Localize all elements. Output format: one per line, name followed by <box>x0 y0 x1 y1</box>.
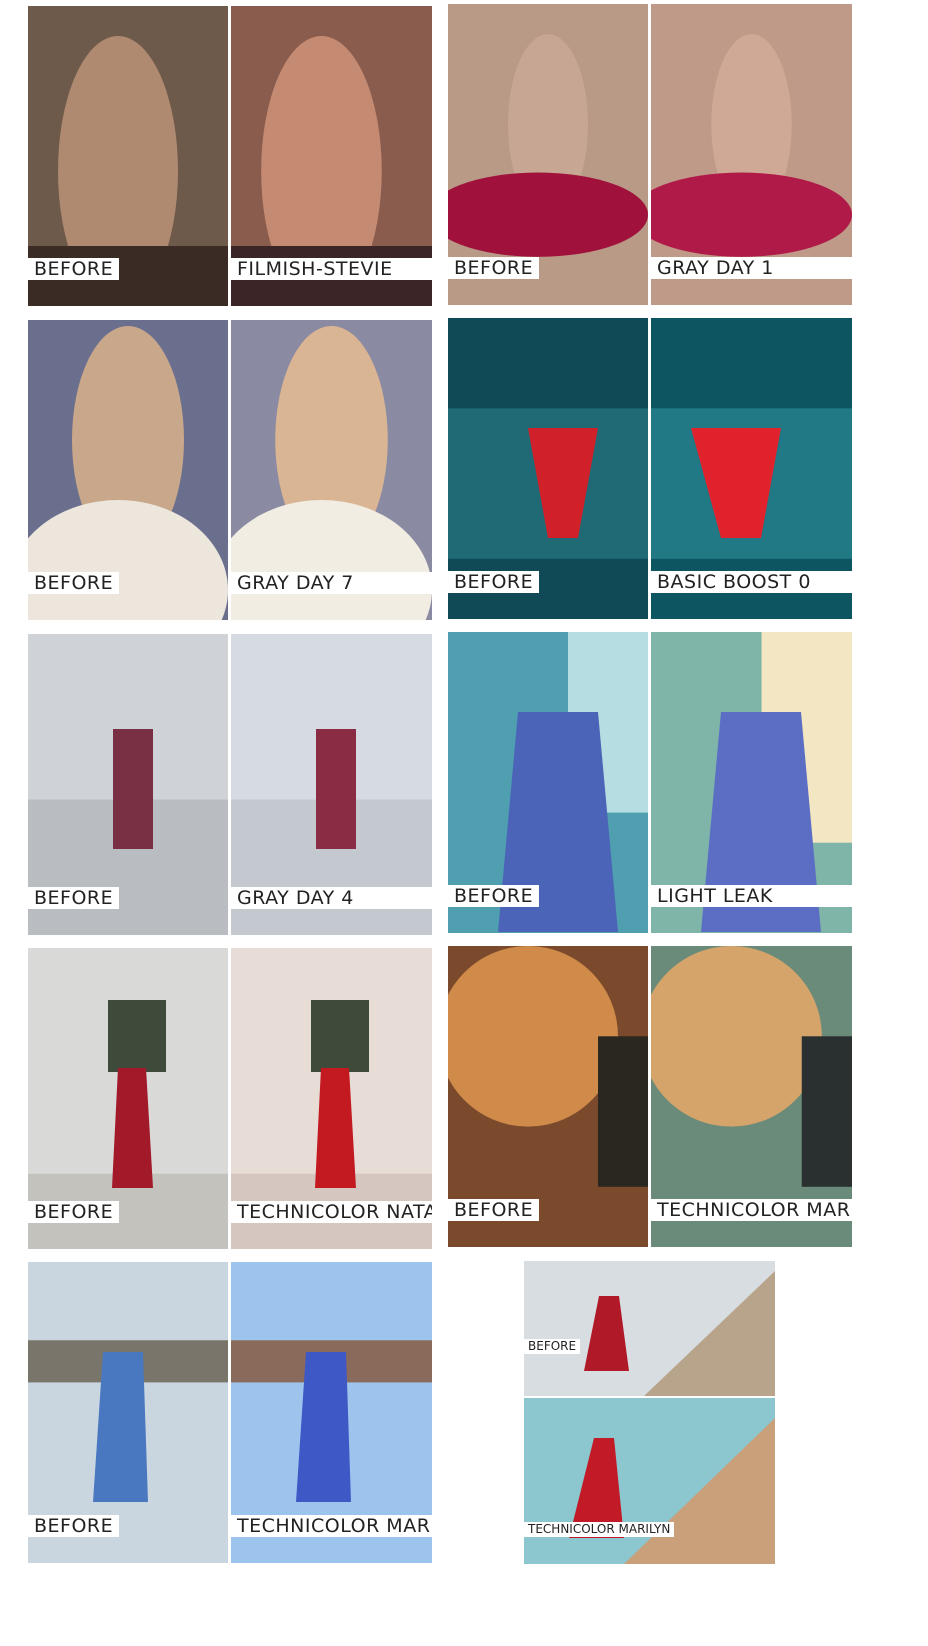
panel-3-before-photo: BEFORE <box>28 320 228 620</box>
panel-2-before-photo: BEFORE <box>448 4 648 305</box>
panel-3-after-photo: GRAY DAY 7 <box>231 320 432 620</box>
panel-7-before-label: BEFORE <box>28 1201 120 1223</box>
stacked-after-image <box>524 1398 775 1564</box>
panel-3-before-label: BEFORE <box>28 572 120 594</box>
stacked-after-label: TECHNICOLOR MARILYN <box>524 1522 675 1537</box>
panel-5-after-label: GRAY DAY 4 <box>231 887 432 909</box>
stacked-before-image <box>524 1261 775 1396</box>
panel-2-before-label: BEFORE <box>448 257 540 279</box>
panel-6-after-label: LIGHT LEAK <box>651 885 852 907</box>
panel-1-before-photo: BEFORE <box>28 6 228 306</box>
panel-2-after-label: GRAY DAY 1 <box>651 257 852 279</box>
panel-6-after-photo: LIGHT LEAK <box>651 632 852 933</box>
panel-9-before-label: BEFORE <box>28 1515 120 1537</box>
panel-1-after-label: FILMISH-STEVIE <box>231 258 432 280</box>
panel-8-after-photo: TECHNICOLOR MARILYN <box>651 946 852 1247</box>
panel-2-after-photo: GRAY DAY 1 <box>651 4 852 305</box>
panel-5-before-label: BEFORE <box>28 887 120 909</box>
panel-7-after-label: TECHNICOLOR NATALIE <box>231 1201 432 1223</box>
stacked-before-photo: BEFORE <box>524 1261 775 1396</box>
panel-1-before-label: BEFORE <box>28 258 120 280</box>
panel-4-after-label: BASIC BOOST 0 <box>651 571 852 593</box>
panel-7-after-photo: TECHNICOLOR NATALIE <box>231 948 432 1249</box>
panel-8-before-label: BEFORE <box>448 1199 540 1221</box>
panel-7-before-photo: BEFORE <box>28 948 228 1249</box>
panel-4-after-photo: BASIC BOOST 0 <box>651 318 852 619</box>
panel-6-before-photo: BEFORE <box>448 632 648 933</box>
panel-1-after-photo: FILMISH-STEVIE <box>231 6 432 306</box>
panel-3-after-label: GRAY DAY 7 <box>231 572 432 594</box>
panel-9-before-photo: BEFORE <box>28 1262 228 1563</box>
panel-4-before-label: BEFORE <box>448 571 540 593</box>
panel-4-before-photo: BEFORE <box>448 318 648 619</box>
panel-9-after-label: TECHNICOLOR MARILYN <box>231 1515 432 1537</box>
stacked-after-photo: TECHNICOLOR MARILYN <box>524 1398 775 1564</box>
panel-5-after-photo: GRAY DAY 4 <box>231 634 432 935</box>
panel-9-after-photo: TECHNICOLOR MARILYN <box>231 1262 432 1563</box>
stacked-before-label: BEFORE <box>524 1339 581 1354</box>
panel-6-before-label: BEFORE <box>448 885 540 907</box>
panel-8-after-label: TECHNICOLOR MARILYN <box>651 1199 852 1221</box>
panel-8-before-photo: BEFORE <box>448 946 648 1247</box>
panel-5-before-photo: BEFORE <box>28 634 228 935</box>
